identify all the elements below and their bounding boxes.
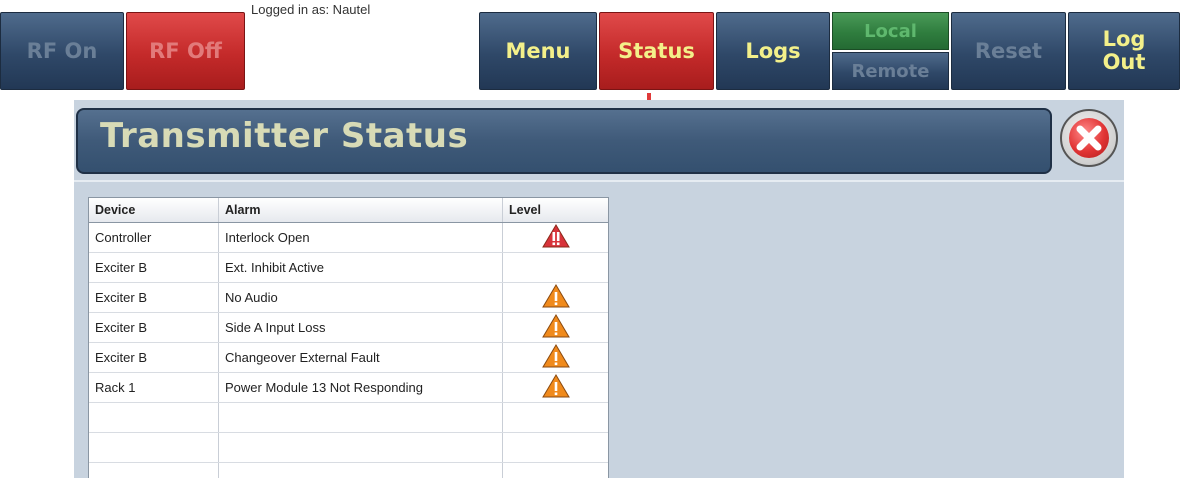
- cell-alarm: Interlock Open: [218, 223, 502, 252]
- log-out-label-line1: Log: [1102, 27, 1146, 51]
- reset-button[interactable]: Reset: [951, 12, 1066, 90]
- table-row[interactable]: Rack 1 Power Module 13 Not Responding: [89, 373, 608, 403]
- cell-alarm: Changeover External Fault: [218, 343, 502, 372]
- cell-device: Rack 1: [95, 380, 136, 395]
- dialog-header: Transmitter Status: [76, 108, 1052, 174]
- cell-level: [502, 463, 608, 478]
- local-remote-toggle[interactable]: Local Remote: [832, 12, 949, 90]
- cell-level: [502, 343, 608, 372]
- cell-device: Exciter B: [95, 290, 148, 305]
- warning-alarm-icon: [541, 344, 570, 371]
- table-row[interactable]: Exciter B Changeover External Fault: [89, 343, 608, 373]
- column-header-device[interactable]: Device: [89, 198, 218, 222]
- table-row[interactable]: [89, 433, 608, 463]
- table-row[interactable]: Controller Interlock Open: [89, 223, 608, 253]
- table-header-row: Device Alarm Level: [89, 198, 608, 223]
- table-row[interactable]: [89, 403, 608, 433]
- cell-level: [502, 433, 608, 462]
- alarm-table: Device Alarm Level Controller Interlock O…: [88, 197, 609, 478]
- cell-alarm: [218, 463, 502, 478]
- cell-alarm: No Audio: [218, 283, 502, 312]
- table-row[interactable]: Exciter B No Audio: [89, 283, 608, 313]
- table-row[interactable]: Exciter B Side A Input Loss: [89, 313, 608, 343]
- dialog-divider: [74, 180, 1124, 182]
- cell-level: [502, 283, 608, 312]
- warning-alarm-icon: [541, 284, 570, 311]
- cell-device: Exciter B: [95, 320, 148, 335]
- warning-alarm-icon: [541, 314, 570, 341]
- dialog-title: Transmitter Status: [100, 116, 469, 156]
- logs-button[interactable]: Logs: [716, 12, 830, 90]
- top-toolbar: RF On RF Off Logged in as: Nautel Menu S…: [0, 0, 1180, 92]
- cell-device: [89, 433, 218, 462]
- cell-device: [89, 463, 218, 478]
- cell-level: [502, 253, 608, 282]
- cell-device: [89, 403, 218, 432]
- cell-device: Exciter B: [95, 260, 148, 275]
- local-button[interactable]: Local: [832, 12, 949, 50]
- rf-off-button[interactable]: RF Off: [126, 12, 245, 90]
- logged-in-label: Logged in as: Nautel: [247, 0, 477, 90]
- warning-alarm-icon: [541, 374, 570, 401]
- cell-alarm: Power Module 13 Not Responding: [218, 373, 502, 402]
- cell-level: [502, 313, 608, 342]
- table-row[interactable]: [89, 463, 608, 478]
- cell-alarm: [218, 433, 502, 462]
- close-button[interactable]: [1060, 109, 1118, 167]
- cell-device: Exciter B: [95, 350, 148, 365]
- critical-alarm-icon: [541, 224, 570, 251]
- rf-on-button[interactable]: RF On: [0, 12, 124, 90]
- cell-alarm: [218, 403, 502, 432]
- menu-button[interactable]: Menu: [479, 12, 597, 90]
- cell-device: Controller: [95, 230, 152, 245]
- table-body: Controller Interlock Open Exciter B Ext. In…: [89, 223, 608, 478]
- close-icon: [1069, 118, 1109, 158]
- column-header-alarm[interactable]: Alarm: [218, 198, 502, 222]
- log-out-button[interactable]: Log Out: [1068, 12, 1180, 90]
- cell-level: [502, 403, 608, 432]
- transmitter-status-dialog: Transmitter Status Device Alarm Level Co…: [74, 100, 1124, 478]
- cell-alarm: Ext. Inhibit Active: [218, 253, 502, 282]
- cell-alarm: Side A Input Loss: [218, 313, 502, 342]
- cell-level: [502, 223, 608, 252]
- remote-button[interactable]: Remote: [832, 52, 949, 90]
- status-button[interactable]: Status: [599, 12, 714, 90]
- column-header-level[interactable]: Level: [502, 198, 608, 222]
- table-row[interactable]: Exciter B Ext. Inhibit Active: [89, 253, 608, 283]
- log-out-label-line2: Out: [1102, 50, 1146, 74]
- cell-level: [502, 373, 608, 402]
